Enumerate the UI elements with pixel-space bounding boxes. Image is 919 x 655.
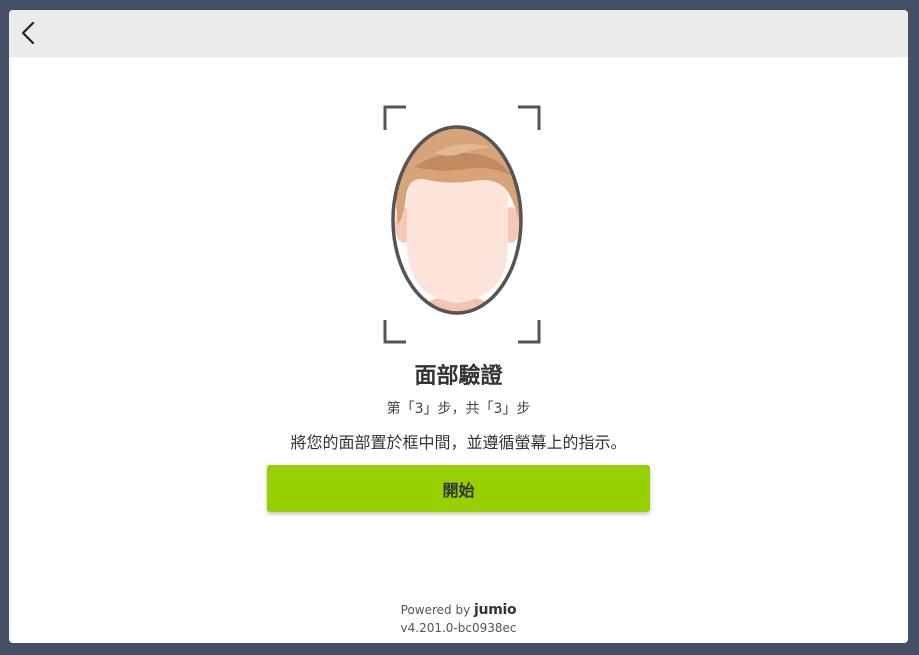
powered-by: Powered by jumio: [9, 602, 908, 618]
face-illustration: [393, 127, 521, 313]
brand-logo: jumio: [474, 602, 517, 618]
top-bar: [9, 10, 908, 57]
back-button[interactable]: [17, 20, 41, 46]
powered-by-label: Powered by: [400, 603, 471, 617]
version-label: v4.201.0-bc0938ec: [400, 621, 517, 635]
face-oval-frame-icon: [383, 105, 541, 344]
page-title: 面部驗證: [414, 364, 503, 389]
start-button[interactable]: 開始: [267, 465, 650, 512]
instruction-text: 將您的面部置於框中間，並遵循螢幕上的指示。: [290, 433, 627, 452]
verification-card: 面部驗證 第「3」步，共「3」步 將您的面部置於框中間，並遵循螢幕上的指示。 開…: [9, 10, 908, 643]
step-indicator: 第「3」步，共「3」步: [386, 401, 531, 417]
chevron-left-icon: [21, 21, 35, 45]
